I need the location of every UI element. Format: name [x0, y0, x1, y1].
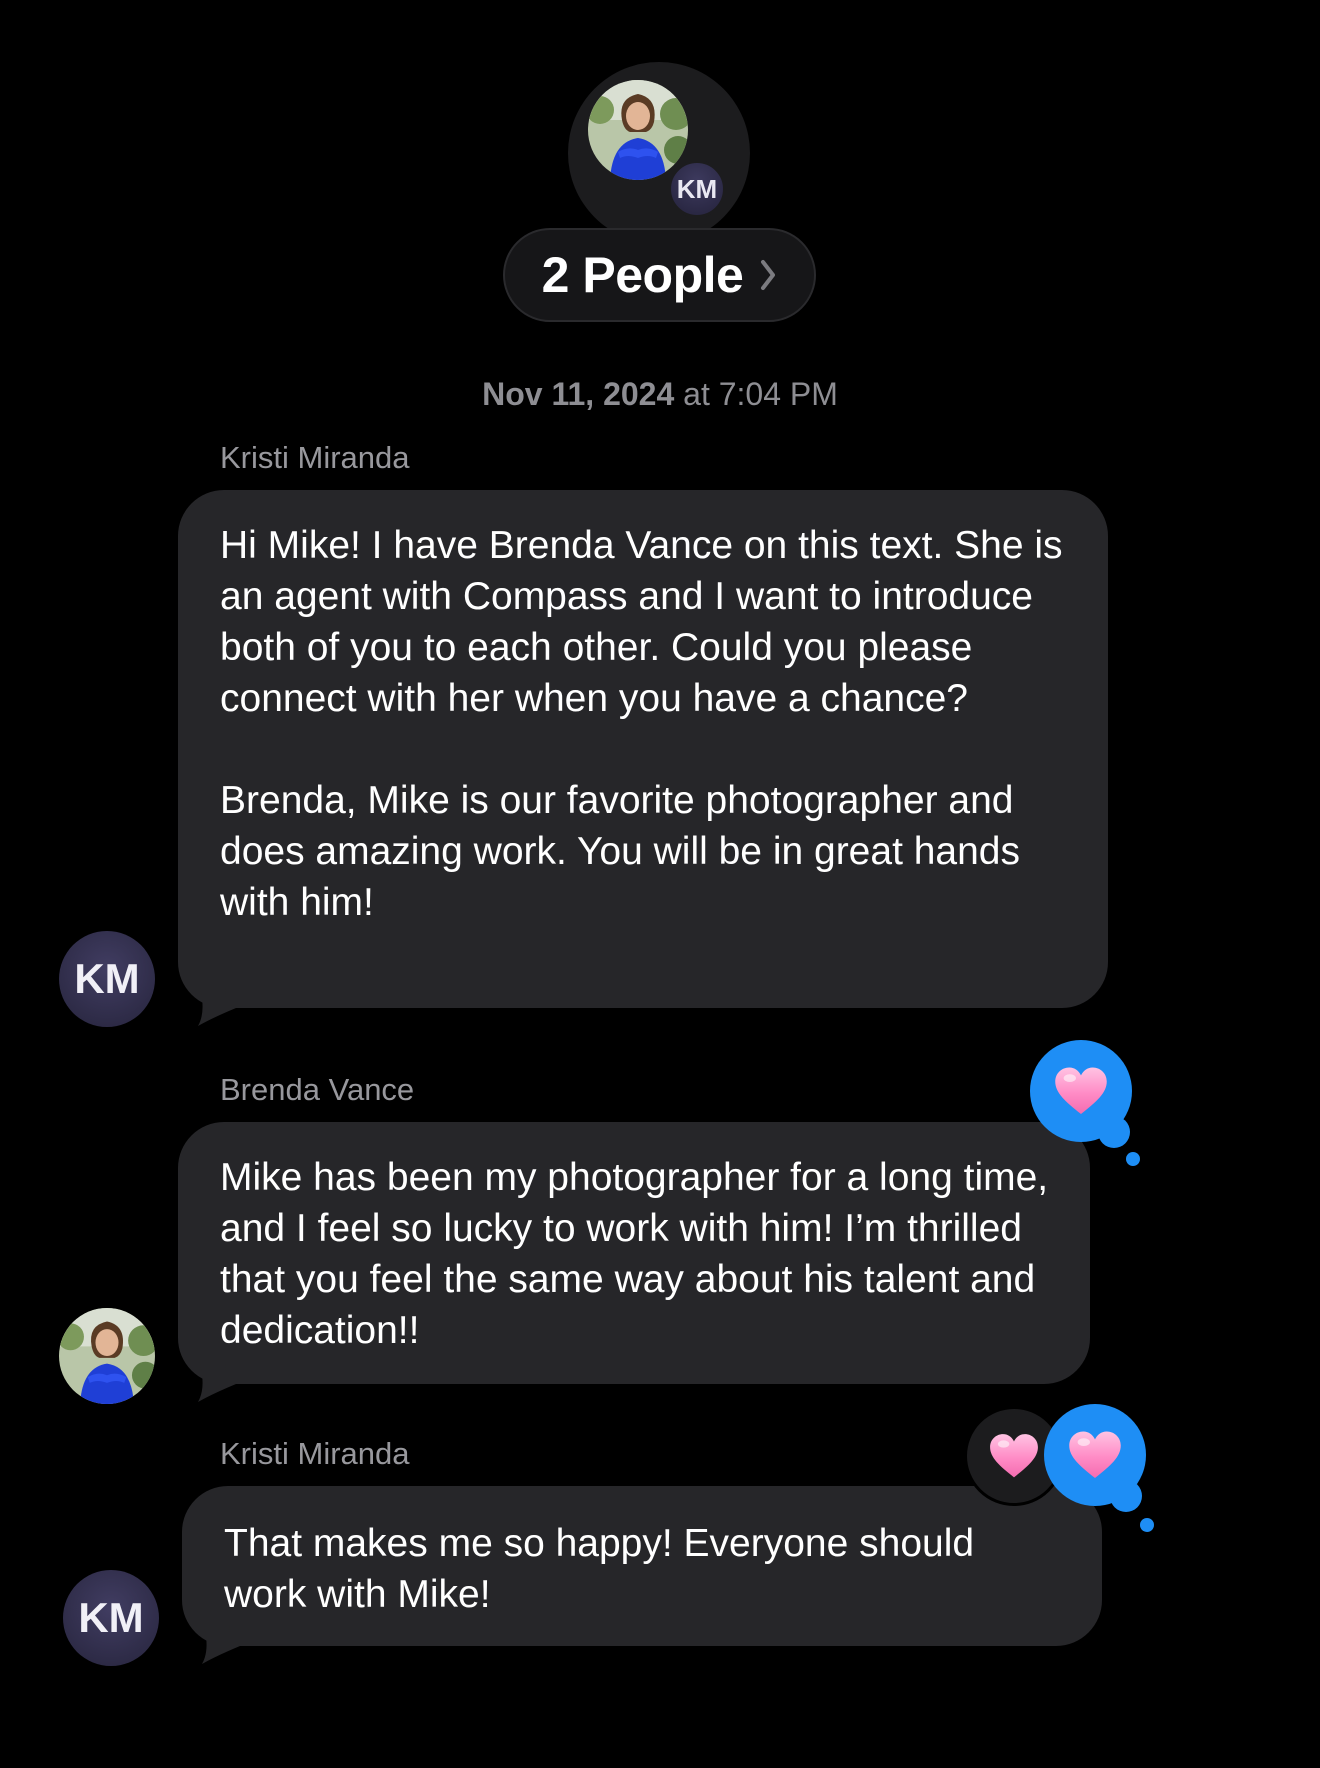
sender-name: Brenda Vance [220, 1072, 415, 1107]
bubble-tail [198, 988, 236, 1026]
timestamp-date: Nov 11, 2024 [482, 376, 675, 412]
reaction-dot [1126, 1152, 1140, 1166]
heart-icon [988, 1432, 1040, 1480]
group-member-initials: KM [668, 160, 726, 218]
people-label: 2 People [541, 247, 744, 303]
bubble-tail [198, 1364, 236, 1402]
sender-avatar-photo[interactable] [59, 1308, 155, 1404]
sender-name: Kristi Miranda [220, 1436, 410, 1471]
message-timestamp: Nov 11, 2024 at 7:04 PM [0, 376, 1320, 413]
message-bubble[interactable]: That makes me so happy! Everyone should … [182, 1486, 1102, 1646]
heart-icon [1053, 1065, 1109, 1117]
sender-avatar[interactable]: KM [59, 931, 155, 1027]
reaction-dot [1140, 1518, 1154, 1532]
heart-icon [1067, 1429, 1123, 1481]
bubble-tail [202, 1626, 240, 1664]
people-button[interactable]: 2 People [503, 228, 816, 322]
chevron-right-icon [759, 257, 777, 293]
reaction-dot [1110, 1480, 1142, 1512]
reaction-dot [1098, 1116, 1130, 1148]
timestamp-time: at 7:04 PM [683, 376, 838, 412]
message-bubble[interactable]: Mike has been my photographer for a long… [178, 1122, 1090, 1384]
sender-name: Kristi Miranda [220, 440, 410, 475]
message-bubble[interactable]: Hi Mike! I have Brenda Vance on this tex… [178, 490, 1108, 1008]
group-member-photo [588, 80, 688, 180]
sender-avatar[interactable]: KM [63, 1570, 159, 1666]
